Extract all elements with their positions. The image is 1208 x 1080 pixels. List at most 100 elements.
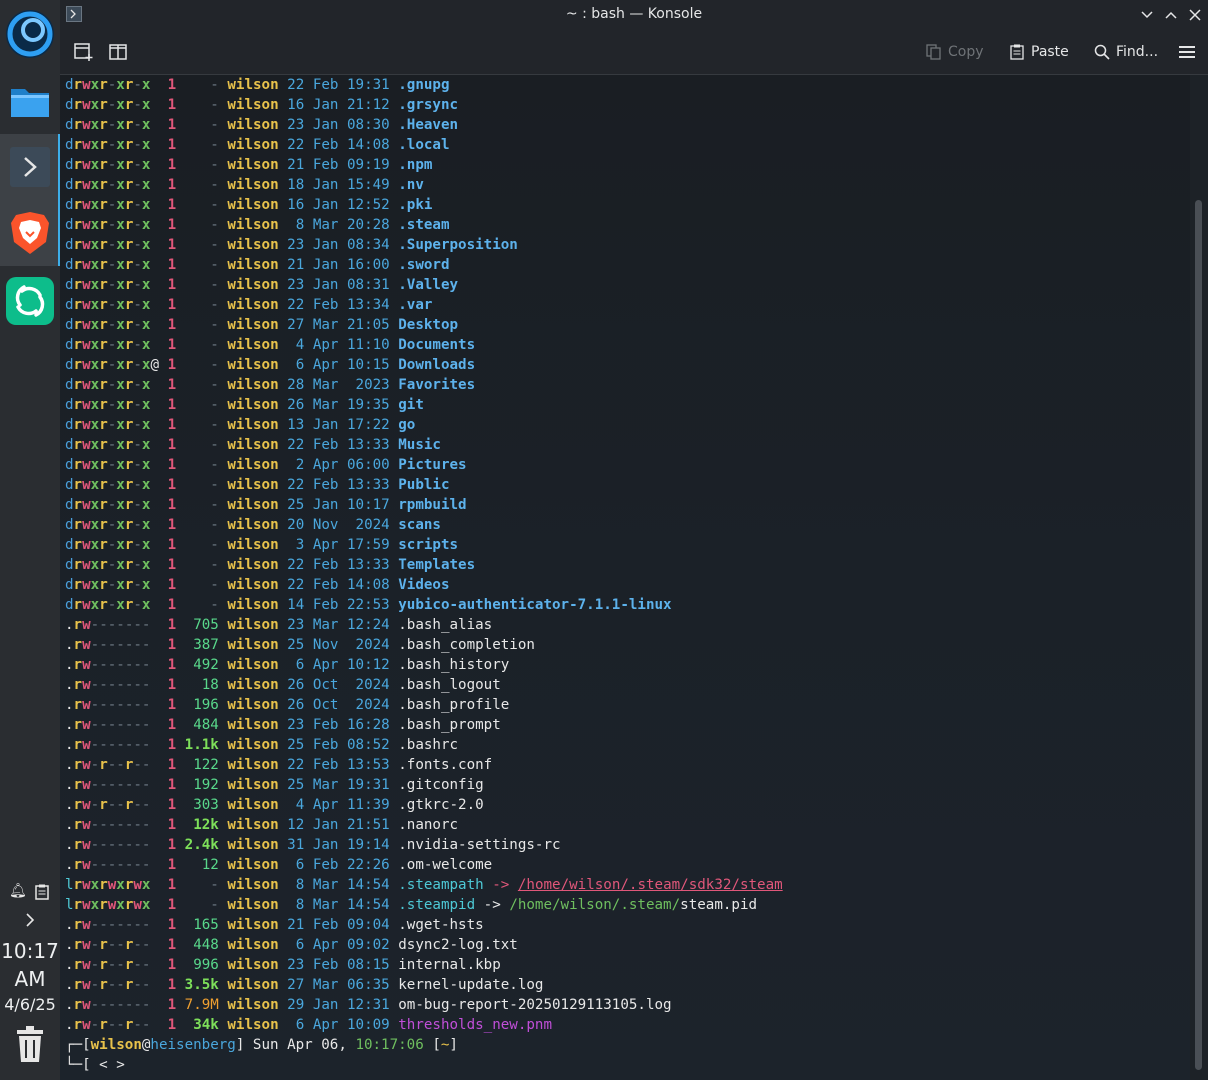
permission-char: - [107, 137, 117, 153]
taskbar-item-brave[interactable] [0, 200, 60, 266]
taskbar-item-dolphin[interactable] [0, 68, 60, 134]
file-size: 492 [193, 657, 219, 673]
file-type-char: . [65, 817, 74, 833]
hamburger-menu-icon[interactable] [1178, 44, 1196, 60]
permission-triplet: r-x [125, 297, 151, 313]
date-month: Jan [312, 997, 339, 1013]
taskbar-item-konsole[interactable] [0, 134, 60, 200]
permission-char: x [90, 197, 100, 213]
permission-char: r [99, 797, 108, 813]
file-name: Templates [398, 557, 476, 573]
permission-char: r [73, 1017, 83, 1033]
permission-char: x [90, 117, 100, 133]
permission-char: r [73, 917, 83, 933]
permission-triplet: r-- [125, 797, 151, 813]
date-day: 23 [287, 237, 305, 253]
permission-char: x [90, 217, 100, 233]
notifications-bell-icon[interactable]: 🔔︎ [9, 883, 27, 899]
file-name: .bash_profile [398, 697, 510, 713]
date-month: Mar [312, 217, 339, 233]
permission-triplet: r-x [125, 97, 151, 113]
file-name: .steam [398, 217, 450, 233]
permission-triplet: --- [125, 697, 151, 713]
permission-char: w [82, 137, 91, 153]
permission-char: x [116, 357, 125, 373]
permission-char: r [99, 497, 108, 513]
permission-triplet: --- [125, 837, 151, 853]
file-name: .gnupg [398, 77, 450, 93]
clipboard-icon[interactable] [35, 884, 49, 900]
permission-char: - [107, 657, 117, 673]
clock-date: 4/6/25 [4, 995, 56, 1014]
permission-char: - [141, 997, 151, 1013]
copy-button[interactable]: Copy [926, 40, 984, 64]
file-name: git [398, 397, 424, 413]
permission-char: x [116, 297, 125, 313]
permission-triplet: rwx [74, 217, 100, 233]
tray-expand-chevron-icon[interactable] [24, 912, 36, 928]
file-type-char: d [65, 157, 74, 173]
date-month: Feb [312, 857, 339, 873]
split-view-icon[interactable] [108, 42, 128, 62]
link-count: 1 [167, 157, 177, 173]
date-day: 2 [287, 457, 305, 473]
permission-char: w [82, 637, 91, 653]
maximize-chevron-icon[interactable] [1164, 8, 1178, 22]
link-count: 1 [167, 897, 177, 913]
paste-button[interactable]: Paste [1009, 40, 1069, 64]
prompt-line-2[interactable]: └─[ < > [65, 1055, 125, 1075]
permission-char: x [116, 537, 125, 553]
permission-char: - [107, 397, 117, 413]
permission-triplet: --- [99, 637, 125, 653]
permission-char: r [99, 237, 108, 253]
file-size: - [210, 337, 219, 353]
close-icon[interactable] [1188, 8, 1202, 22]
owner: wilson [227, 677, 279, 693]
scrollbar-thumb[interactable] [1195, 200, 1202, 1070]
permission-char: r [73, 957, 83, 973]
permission-char: w [82, 237, 91, 253]
date-month: Jan [312, 497, 339, 513]
permission-triplet: r-x [125, 117, 151, 133]
permission-char: x [116, 177, 125, 193]
date-time: 12:31 [346, 997, 390, 1013]
permission-char: r [99, 77, 108, 93]
terminal-display[interactable]: drwxr-xr-x 1 - wilson 22 Feb 19:31 .gnup… [60, 75, 1190, 1080]
file-type-char: . [65, 677, 74, 693]
link-count: 1 [167, 137, 177, 153]
permission-triplet: rw- [74, 837, 100, 853]
permission-triplet: r-x [125, 437, 151, 453]
permission-char: x [141, 157, 151, 173]
permission-triplet: r-x [99, 517, 125, 533]
permission-char: w [82, 857, 91, 873]
new-tab-icon[interactable] [74, 42, 94, 62]
date-month: Mar [312, 777, 339, 793]
minimize-chevron-icon[interactable] [1140, 8, 1154, 22]
permission-triplet: rwx [74, 457, 100, 473]
permission-char: - [133, 377, 142, 393]
scrollbar[interactable] [1190, 75, 1208, 1080]
permission-char: r [99, 197, 108, 213]
owner: wilson [227, 1017, 279, 1033]
permission-char: - [116, 677, 125, 693]
permission-char: - [116, 617, 125, 633]
permission-char: - [133, 497, 142, 513]
taskbar-item-element[interactable] [0, 268, 60, 334]
app-launcher[interactable] [0, 0, 60, 68]
permission-triplet: rw- [74, 917, 100, 933]
file-name: .nanorc [398, 817, 459, 833]
trash-icon[interactable] [16, 1026, 44, 1064]
file-size: - [210, 257, 219, 273]
permission-char: - [107, 477, 117, 493]
permission-char: - [107, 417, 117, 433]
find-button[interactable]: Find... [1094, 40, 1158, 64]
digital-clock[interactable]: 10:17 AM 4/6/25 [0, 938, 60, 1016]
permission-char: w [82, 157, 91, 173]
title-bar[interactable]: ~ : bash — Konsole [60, 0, 1208, 30]
permission-char: x [141, 377, 151, 393]
listing-row: drwxr-xr-x 1 - wilson 23 Jan 08:30 .Heav… [65, 115, 458, 135]
symlink-arrow: -> [483, 897, 501, 913]
owner: wilson [227, 357, 279, 373]
file-type-char: d [65, 497, 74, 513]
permission-triplet: rwx [74, 497, 100, 513]
